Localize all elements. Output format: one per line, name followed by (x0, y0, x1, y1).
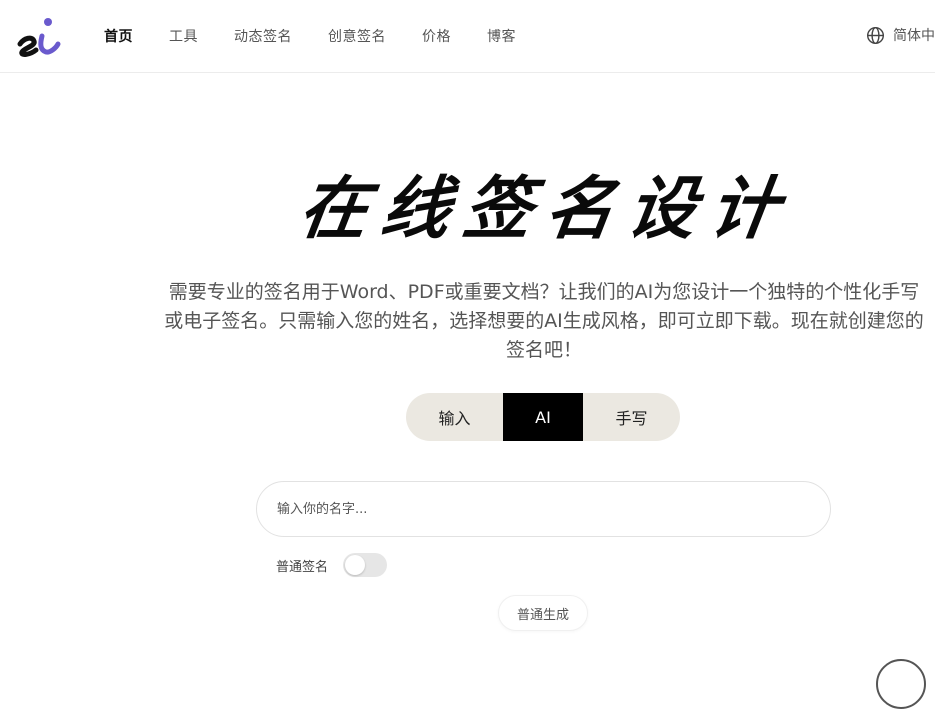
main-nav: 首页 工具 动态签名 创意签名 价格 博客 (104, 26, 552, 46)
nav-item-creative-signature[interactable]: 创意签名 (328, 26, 386, 46)
mode-tabs: 输入 AI 手写 (406, 393, 680, 441)
normal-signature-toggle[interactable] (343, 553, 387, 577)
language-label: 简体中 (893, 28, 935, 44)
page-title-text: 在线签名设计 (294, 169, 798, 249)
floating-action-button[interactable] (876, 659, 926, 709)
tab-handwrite[interactable]: 手写 (583, 393, 680, 441)
page-title: 在线签名设计 (294, 164, 797, 254)
name-input[interactable] (256, 481, 831, 537)
tab-input[interactable]: 输入 (406, 393, 503, 441)
page-description: 需要专业的签名用于Word、PDF或重要文档？让我们的AI为您设计一个独特的个性… (164, 281, 924, 361)
nav-item-home[interactable]: 首页 (104, 26, 133, 46)
generate-button[interactable]: 普通生成 (498, 595, 588, 631)
nav-item-tools[interactable]: 工具 (169, 26, 198, 46)
site-header: 首页 工具 动态签名 创意签名 价格 博客 简体中 (0, 0, 935, 73)
nav-item-animated-signature[interactable]: 动态签名 (234, 26, 292, 46)
toggle-knob (345, 555, 365, 575)
nav-item-pricing[interactable]: 价格 (422, 26, 451, 46)
nav-item-blog[interactable]: 博客 (487, 26, 516, 46)
si-logo[interactable] (16, 14, 64, 58)
language-selector[interactable]: 简体中 (866, 25, 935, 45)
tab-ai[interactable]: AI (503, 393, 583, 441)
toggle-label: 普通签名 (276, 560, 329, 575)
globe-icon (866, 26, 885, 44)
